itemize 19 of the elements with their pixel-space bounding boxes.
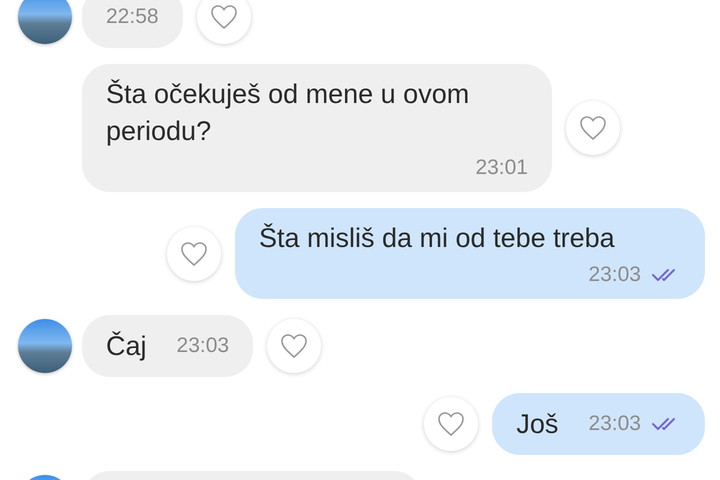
heart-icon xyxy=(210,4,238,30)
message-text: Šta očekuješ od mene u ovom periodu? xyxy=(106,78,470,148)
like-button[interactable] xyxy=(167,226,221,280)
message-text: Još xyxy=(516,408,558,440)
like-button[interactable] xyxy=(424,397,478,451)
message-time: 23:03 xyxy=(176,334,230,358)
heart-icon xyxy=(280,333,308,359)
message-text: Šta misliš da mi od tebe treba xyxy=(259,222,616,255)
message-text: Čaj xyxy=(106,330,147,363)
heart-icon xyxy=(437,411,466,437)
heart-icon xyxy=(579,115,607,141)
heart-icon xyxy=(180,240,208,266)
message-time: 23:01 xyxy=(475,156,528,180)
like-button[interactable] xyxy=(566,101,620,155)
message-time: 23:03 xyxy=(588,412,641,436)
like-button[interactable] xyxy=(196,0,251,44)
message-time: 23:03 xyxy=(588,263,641,287)
message-time: 22:58 xyxy=(106,5,159,29)
like-button[interactable] xyxy=(267,319,322,373)
